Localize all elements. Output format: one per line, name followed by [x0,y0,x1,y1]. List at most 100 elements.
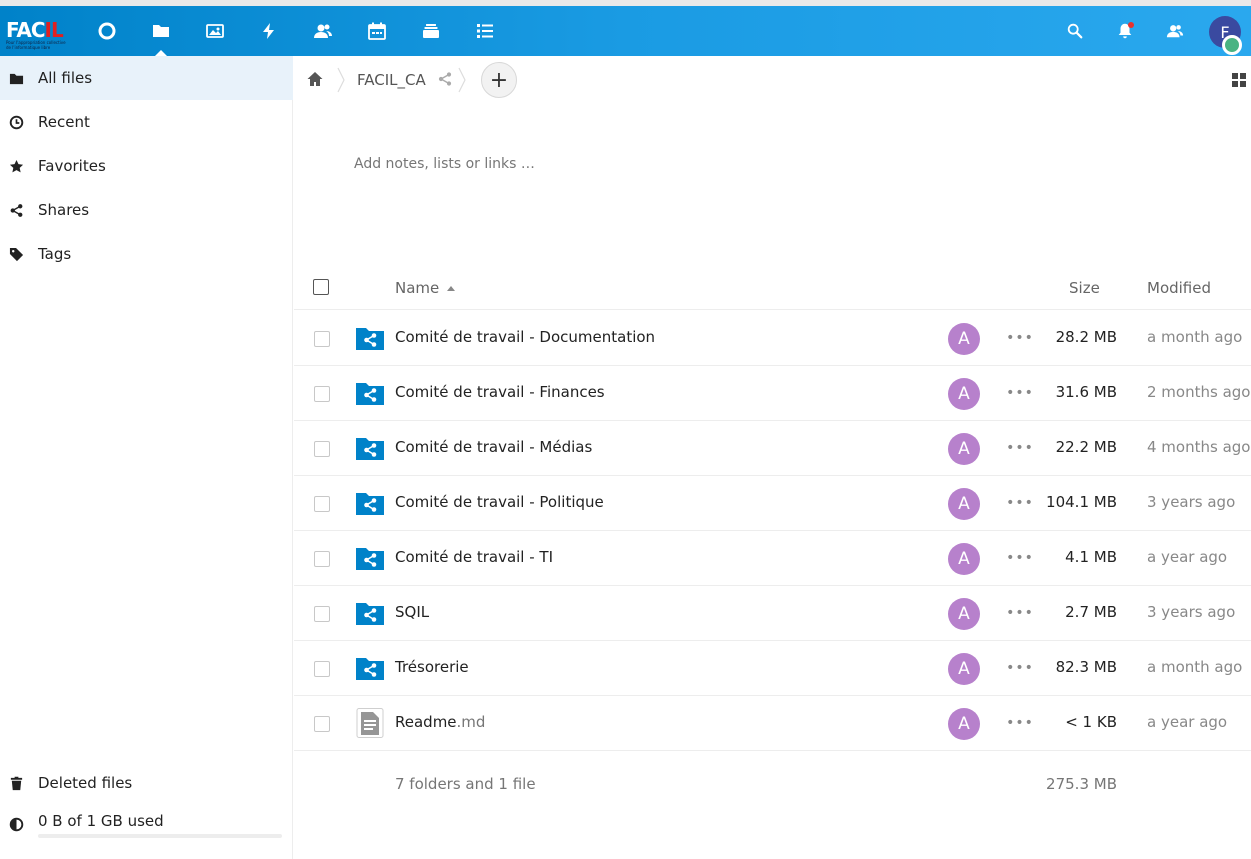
file-modified[interactable]: 3 years ago [1147,603,1235,621]
sharer-initial: A [958,384,970,404]
more-actions-icon[interactable]: ••• [1006,379,1033,407]
share-icon[interactable] [437,71,453,87]
contacts-menu-icon[interactable] [1160,16,1190,46]
file-name[interactable]: SQIL [395,603,429,621]
select-all-checkbox[interactable] [313,279,329,295]
file-basename: Trésorerie [395,658,469,676]
row-checkbox[interactable] [314,716,330,732]
row-checkbox[interactable] [314,386,330,402]
sharer-initial: A [958,549,970,569]
column-header-modified[interactable]: Modified [1147,279,1211,297]
more-actions-icon[interactable]: ••• [1006,324,1033,352]
shared-folder-icon [354,597,386,629]
deck-icon[interactable] [416,16,446,46]
table-row[interactable]: Comité de travail - TI A ••• 4.1 MB a year a… [294,531,1251,586]
table-row[interactable]: Comité de travail - Médias A ••• 22.2 MB 4 m… [294,421,1251,476]
shared-by-avatar[interactable]: A [948,543,980,575]
row-checkbox[interactable] [314,441,330,457]
more-actions-icon[interactable]: ••• [1006,599,1033,627]
column-header-size[interactable]: Size [1069,279,1100,297]
table-row[interactable]: Comité de travail - Documentation A ••• 28.… [294,311,1251,366]
activity-icon[interactable] [254,16,284,46]
summary-count: 7 folders and 1 file [395,775,536,793]
trash-icon [8,775,24,791]
star-icon [8,158,24,174]
shared-by-avatar[interactable]: A [948,378,980,410]
facil-logo[interactable]: FACIL Pour l'appropriation collective de… [6,14,70,52]
dashboard-icon[interactable] [92,16,122,46]
more-actions-icon[interactable]: ••• [1006,489,1033,517]
row-checkbox[interactable] [314,606,330,622]
shared-by-avatar[interactable]: A [948,488,980,520]
sidebar-item-recent[interactable]: Recent [0,100,293,144]
new-file-button[interactable]: + [481,62,517,98]
row-checkbox[interactable] [314,331,330,347]
file-basename: Comité de travail - Politique [395,493,604,511]
file-modified[interactable]: a month ago [1147,658,1242,676]
file-basename: Comité de travail - Finances [395,383,605,401]
file-name[interactable]: Comité de travail - Documentation [395,328,655,346]
file-modified[interactable]: a year ago [1147,548,1227,566]
notes-placeholder[interactable]: Add notes, lists or links … [354,156,535,172]
file-name[interactable]: Comité de travail - Médias [395,438,592,456]
file-size: 104.1 MB [1046,493,1117,511]
breadcrumb-current[interactable]: FACIL_CA [357,71,426,89]
sidebar-item-label: All files [38,69,93,87]
file-name[interactable]: Comité de travail - Finances [395,383,605,401]
shared-folder-icon [354,487,386,519]
shared-by-avatar[interactable]: A [948,653,980,685]
file-name[interactable]: Readme.md [395,713,485,731]
shared-folder-icon [354,432,386,464]
search-icon[interactable] [1060,16,1090,46]
folder-icon [8,70,24,86]
sidebar-item-label: Favorites [38,157,106,175]
table-row[interactable]: Readme.md A ••• < 1 KB a year ago [294,696,1251,751]
file-basename: Readme [395,713,457,731]
shared-by-avatar[interactable]: A [948,323,980,355]
file-modified[interactable]: a year ago [1147,713,1227,731]
shared-by-avatar[interactable]: A [948,708,980,740]
file-modified[interactable]: 2 months ago [1147,383,1250,401]
file-name[interactable]: Comité de travail - Politique [395,493,604,511]
table-row[interactable]: Comité de travail - Politique A ••• 104.1 M… [294,476,1251,531]
shared-by-avatar[interactable]: A [948,598,980,630]
home-icon[interactable] [306,70,324,88]
logo-tagline: Pour l'appropriation collective de l'inf… [6,40,66,50]
shared-by-avatar[interactable]: A [948,433,980,465]
table-row[interactable]: Trésorerie A ••• 82.3 MB a month ago [294,641,1251,696]
logo-main-text: FAC [6,18,46,42]
row-checkbox[interactable] [314,551,330,567]
file-name[interactable]: Comité de travail - TI [395,548,553,566]
tasks-icon[interactable] [470,16,500,46]
breadcrumb-separator-icon [337,67,345,93]
sidebar-item-tags[interactable]: Tags [0,232,293,276]
photos-icon[interactable] [200,16,230,46]
column-header-name[interactable]: Name [395,279,439,297]
grid-view-icon[interactable] [1231,72,1247,88]
table-row[interactable]: Comité de travail - Finances A ••• 31.6 MB 2… [294,366,1251,421]
shared-folder-icon [354,322,386,354]
more-actions-icon[interactable]: ••• [1006,434,1033,462]
file-modified[interactable]: 4 months ago [1147,438,1250,456]
more-actions-icon[interactable]: ••• [1006,709,1033,737]
file-modified[interactable]: a month ago [1147,328,1242,346]
row-checkbox[interactable] [314,496,330,512]
notifications-icon[interactable] [1110,16,1140,46]
file-basename: Comité de travail - Médias [395,438,593,456]
sidebar-item-favorites[interactable]: Favorites [0,144,293,188]
file-name[interactable]: Trésorerie [395,658,469,676]
file-modified[interactable]: 3 years ago [1147,493,1235,511]
file-size: 2.7 MB [1065,603,1117,621]
sharer-initial: A [958,329,970,349]
more-actions-icon[interactable]: ••• [1006,654,1033,682]
sidebar-item-all-files[interactable]: All files [0,56,293,100]
calendar-icon[interactable] [362,16,392,46]
sidebar-item-shares[interactable]: Shares [0,188,293,232]
files-icon[interactable] [146,16,176,46]
table-row[interactable]: SQIL A ••• 2.7 MB 3 years ago [294,586,1251,641]
more-actions-icon[interactable]: ••• [1006,544,1033,572]
sharer-initial: A [958,604,970,624]
notification-dot [1128,22,1134,28]
row-checkbox[interactable] [314,661,330,677]
contacts-icon[interactable] [308,16,338,46]
